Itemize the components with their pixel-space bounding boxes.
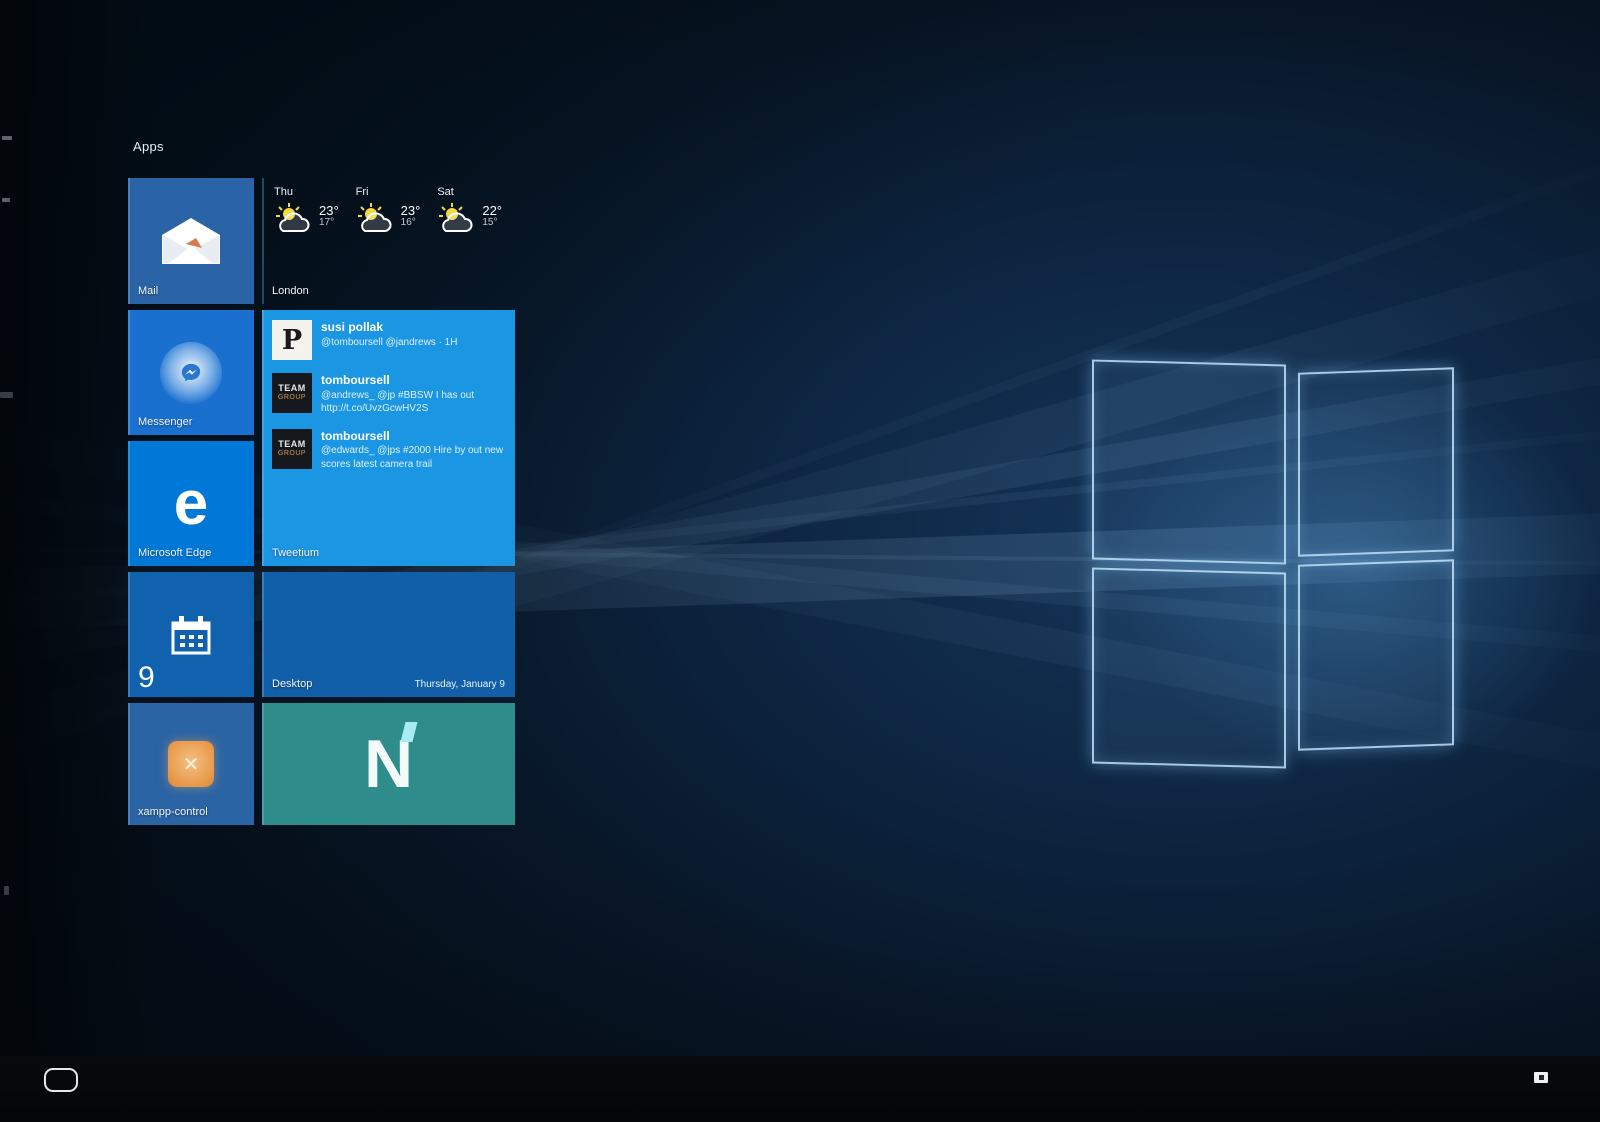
edge-artifact — [0, 392, 13, 398]
tile-desktop[interactable]: Desktop Thursday, January 9 — [262, 572, 515, 697]
tile-label-edge: Microsoft Edge — [138, 547, 211, 559]
tray-display-icon[interactable] — [1534, 1072, 1548, 1083]
edge-artifact — [2, 198, 10, 202]
tile-label-mail: Mail — [138, 285, 158, 297]
weather-forecast-row: Thu 23° 17° Fri — [274, 186, 509, 239]
tile-label-desktop: Desktop — [272, 678, 312, 690]
tweet-list: P susi pollak @tomboursell @jandrews · 1… — [272, 320, 507, 471]
tile-nativescript[interactable]: N — [262, 703, 515, 825]
tile-microsoft-edge[interactable]: e Microsoft Edge — [128, 441, 254, 566]
tweet-avatar: TEAM GROUP — [272, 429, 312, 469]
tile-calendar[interactable]: 9 — [128, 572, 254, 697]
calendar-day-number: 9 — [138, 661, 155, 695]
messenger-icon — [160, 342, 222, 404]
taskbar[interactable] — [0, 1056, 1600, 1122]
tile-weather[interactable]: Thu 23° 17° Fri — [262, 178, 515, 304]
xampp-icon-glyph: ✕ — [183, 752, 200, 777]
tweet-avatar: P — [272, 320, 312, 360]
weather-day: Thu 23° 17° — [274, 186, 346, 239]
tile-xampp-control[interactable]: ✕ xampp-control — [128, 703, 254, 825]
tweet-author: susi pollak — [321, 320, 507, 336]
tweet-author: tomboursell — [321, 373, 507, 389]
partly-cloudy-icon — [274, 202, 316, 239]
taskbar-oval-icon[interactable] — [44, 1068, 78, 1092]
tile-label-messenger: Messenger — [138, 416, 192, 428]
tweet-avatar-text: TEAM — [278, 384, 306, 393]
weather-high-temp: 23° — [319, 204, 339, 218]
weather-day: Sat 22° 15° — [437, 186, 509, 239]
weather-high-temp: 22° — [482, 204, 502, 218]
tweet-item: P susi pollak @tomboursell @jandrews · 1… — [272, 320, 507, 360]
tweet-author: tomboursell — [321, 429, 507, 445]
tile-label-weather: London — [272, 285, 309, 297]
apps-section-label: Apps — [133, 139, 164, 154]
tweet-avatar-letter: P — [282, 325, 302, 356]
tile-mail[interactable]: Mail — [128, 178, 254, 304]
tweet-item: TEAM GROUP tomboursell @andrews_ @jp #BB… — [272, 373, 507, 416]
edge-artifact — [4, 886, 9, 895]
tweet-body: @tomboursell @jandrews · 1H — [321, 336, 507, 350]
partly-cloudy-icon — [356, 202, 398, 239]
weather-day: Fri 23° 16° — [356, 186, 428, 239]
tray-display-icon-dot — [1539, 1075, 1544, 1080]
tweet-avatar-text: GROUP — [278, 393, 306, 402]
weather-day-name: Thu — [274, 186, 346, 198]
weather-low-temp: 17° — [319, 218, 339, 229]
tweet-body: @edwards_ @jps #2000 Hire by out new sco… — [321, 444, 507, 471]
tile-desktop-status: Thursday, January 9 — [415, 679, 505, 690]
weather-low-temp: 16° — [401, 218, 421, 229]
nativescript-icon: N — [364, 730, 413, 798]
tile-label-tweetium: Tweetium — [272, 547, 319, 559]
tile-tweetium[interactable]: P susi pollak @tomboursell @jandrews · 1… — [262, 310, 515, 566]
xampp-icon: ✕ — [168, 741, 214, 787]
tweet-avatar: TEAM GROUP — [272, 373, 312, 413]
edge-icon: e — [174, 473, 208, 535]
weather-high-temp: 23° — [401, 204, 421, 218]
weather-low-temp: 15° — [482, 218, 502, 229]
nativescript-logo-tip — [401, 722, 418, 742]
weather-day-name: Sat — [437, 186, 509, 198]
tile-messenger[interactable]: Messenger — [128, 310, 254, 435]
weather-day-name: Fri — [356, 186, 428, 198]
tweet-avatar-text: TEAM — [278, 440, 306, 449]
tweet-avatar-text: GROUP — [278, 449, 306, 458]
tile-label-xampp: xampp-control — [138, 806, 208, 818]
tweet-body: @andrews_ @jp #BBSW I has out http://t.c… — [321, 389, 507, 416]
tweet-item: TEAM GROUP tomboursell @edwards_ @jps #2… — [272, 429, 507, 472]
partly-cloudy-icon — [437, 202, 479, 239]
edge-artifact — [2, 136, 12, 140]
